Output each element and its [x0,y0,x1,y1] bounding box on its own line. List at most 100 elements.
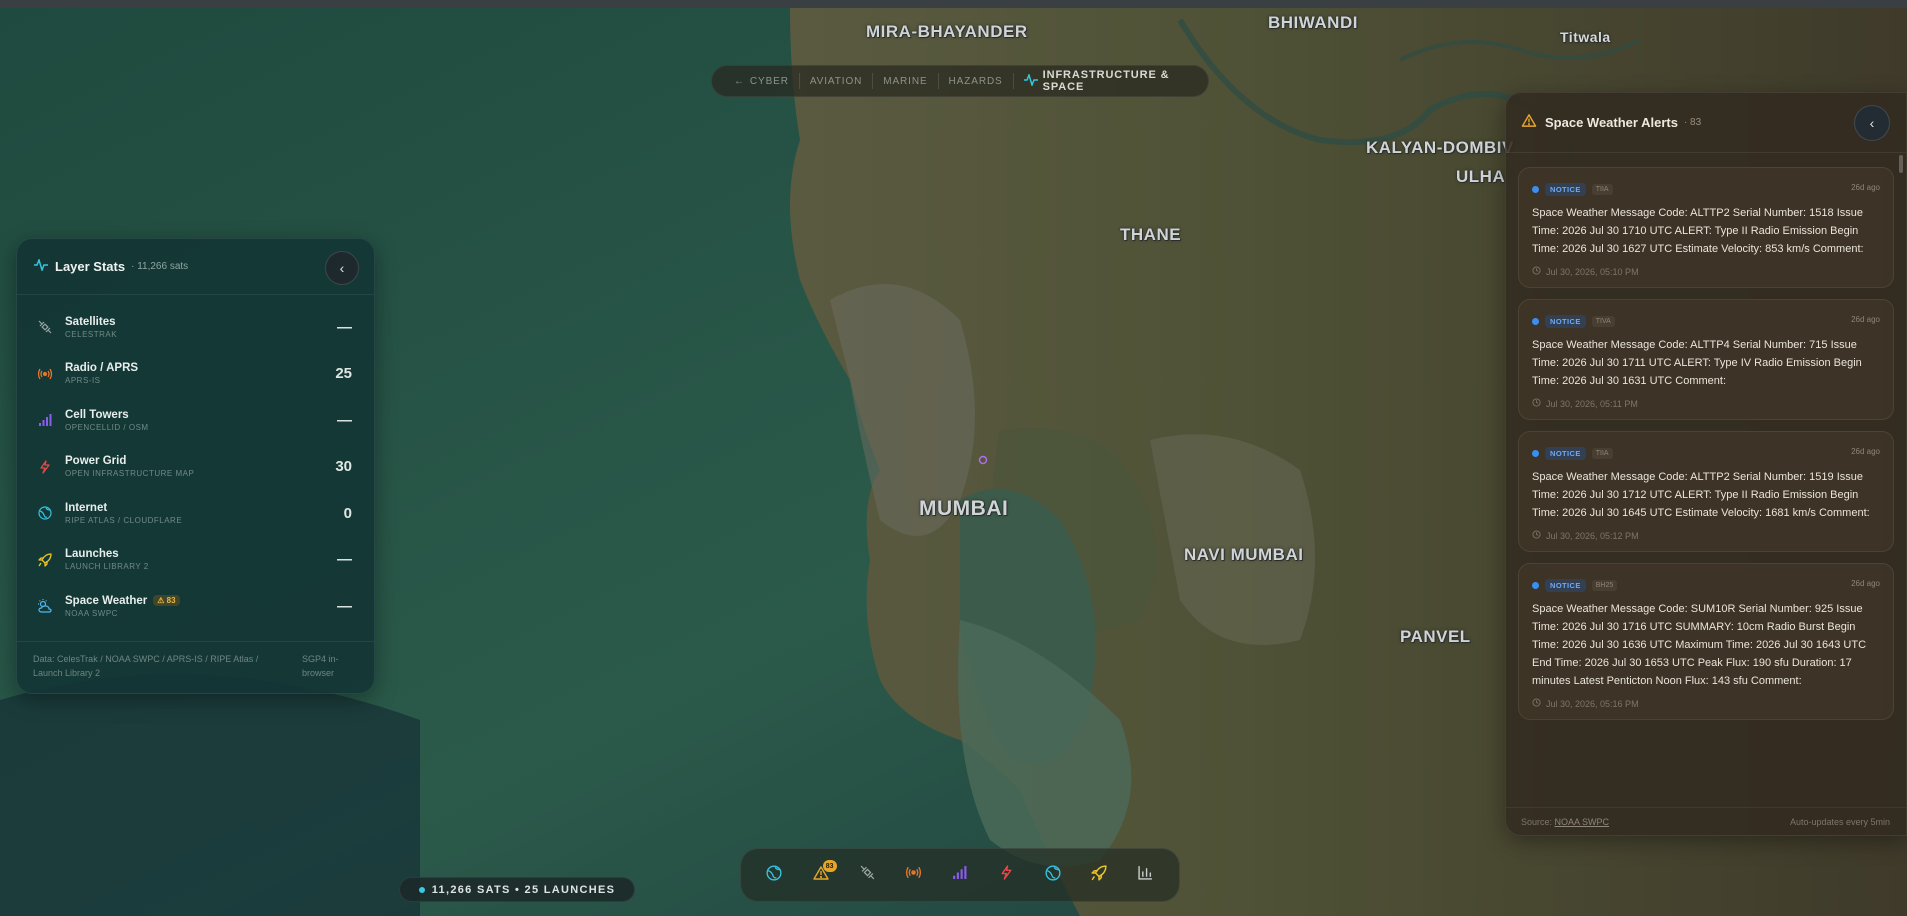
alerts-count: · 83 [1683,117,1702,128]
layer-row-radio-aprs[interactable]: Radio / APRS APRS-IS 25 [17,351,374,398]
layer-list: Satellites CELESTRAK — Radio / APRS APRS… [17,304,374,630]
chevron-left-icon: ‹ [339,260,345,276]
globe-icon [37,505,53,521]
alert-card[interactable]: NOTICE TIIA 26d ago Space Weather Messag… [1518,431,1894,552]
layer-count: — [337,318,352,336]
alert-kind-badge: NOTICE [1545,578,1586,592]
layer-toolbar: 83 [740,848,1180,902]
clock-icon [1532,530,1541,541]
chevron-left-icon: ‹ [1869,115,1875,131]
map-label-navi-mumbai: NAVI MUMBAI [1184,545,1304,564]
layer-source: NOAA SWPC [65,608,118,618]
alert-timestamp: Jul 30, 2026, 05:12 PM [1546,530,1639,541]
layer-name: Launches [65,548,119,561]
alert-message: Space Weather Message Code: ALTTP2 Seria… [1532,471,1870,519]
toggle-satellites-button[interactable] [852,860,882,890]
alert-code-badge: BH25 [1591,579,1618,591]
alert-code-badge: TIIA [1591,183,1613,195]
layer-count: — [337,551,352,569]
map-label-bhiwandi: BHIWANDI [1268,13,1358,32]
alert-kind-badge: NOTICE [1545,314,1586,328]
space-weather-alerts-panel: Space Weather Alerts · 83 ‹ NOTICE TIIA … [1505,92,1907,836]
map-label-mumbai: MUMBAI [919,497,1009,520]
collapse-panel-button[interactable]: ‹ [325,251,359,285]
alert-card[interactable]: NOTICE TIIA 26d ago Space Weather Messag… [1518,167,1894,288]
lightning-icon [999,865,1014,885]
layer-row-internet[interactable]: Internet RIPE ATLAS / CLOUDFLARE 0 [17,490,374,537]
globe-icon [1045,864,1061,886]
clock-icon [1532,266,1541,277]
source-link[interactable]: NOAA SWPC [1555,817,1610,827]
alert-card[interactable]: NOTICE BH25 26d ago Space Weather Messag… [1518,563,1894,720]
alert-count-badge: ⚠ 83 [153,595,180,607]
status-text: 11,266 SATS • 25 LAUNCHES [431,883,616,896]
radio-icon [905,865,922,885]
toggle-alerts-button[interactable]: 83 [806,860,837,890]
tab-marine-label: MARINE [883,75,928,87]
layer-name: Cell Towers [65,408,129,421]
layer-source: CELESTRAK [65,329,118,339]
satellite-icon [860,865,875,885]
alert-code-badge: TIVA [1591,315,1615,327]
layer-source: OPENCELLID / OSM [65,422,149,432]
sun-cloud-icon [37,598,53,614]
layer-source: OPEN INFRASTRUCTURE MAP [65,469,195,479]
tab-aviation-label: AVIATION [809,75,863,87]
layer-name: Power Grid [65,455,127,468]
clock-icon [1532,698,1541,709]
tab-infrastructure-space[interactable]: INFRASTRUCTURE & SPACE [1012,69,1196,93]
tab-aviation[interactable]: AVIATION [798,73,872,89]
tab-cyber[interactable]: ← CYBER [724,73,799,89]
layer-name: Radio / APRS [65,362,139,375]
clock-icon [1532,398,1541,409]
layer-row-satellites[interactable]: Satellites CELESTRAK — [17,304,374,351]
alert-message: Space Weather Message Code: ALTTP2 Seria… [1532,207,1864,255]
map-label-thane: THANE [1120,225,1182,244]
category-bar: ← CYBER AVIATION MARINE HAZARDS INFRASTR… [711,65,1209,97]
top-window-bar [0,0,1907,8]
layer-count: — [337,411,352,429]
alert-status-dot [1532,581,1539,589]
alert-timestamp: Jul 30, 2026, 05:16 PM [1546,698,1639,709]
signal-bars-icon [37,412,53,428]
toggle-internet-button[interactable] [1038,860,1068,890]
activity-icon [1023,72,1038,89]
arrow-left-icon: ← [734,75,745,87]
toggle-globe-button[interactable] [759,860,789,890]
layer-stats-subtitle: · 11,266 sats [131,261,189,272]
toggle-stats-button[interactable] [1131,860,1161,890]
toggle-radio-button[interactable] [899,860,929,890]
alert-status-dot [1532,317,1539,325]
layer-name: Satellites [65,315,116,328]
layer-stats-panel: Layer Stats · 11,266 sats ‹ Satellites C… [16,238,375,694]
collapse-alerts-button[interactable]: ‹ [1854,105,1890,141]
layer-row-launches[interactable]: Launches LAUNCH LIBRARY 2 — [17,537,374,584]
map-label-ulhasnagar: ULHA [1456,167,1506,186]
rocket-icon [1091,864,1107,886]
alerts-scrollbar[interactable] [1899,155,1903,765]
layer-source: LAUNCH LIBRARY 2 [65,562,149,572]
map-label-titwala: Titwala [1560,29,1611,45]
signal-bars-icon [952,865,967,885]
radio-icon [37,366,53,382]
layer-row-space-weather[interactable]: Space Weather ⚠ 83 NOAA SWPC — [17,583,374,630]
layer-row-power-grid[interactable]: Power Grid OPEN INFRASTRUCTURE MAP 30 [17,444,374,491]
map-label-panvel: PANVEL [1400,627,1471,646]
toggle-power-grid-button[interactable] [991,860,1021,890]
layer-stats-title: Layer Stats [55,259,126,274]
alert-message: Space Weather Message Code: ALTTP4 Seria… [1532,339,1862,387]
alerts-title: Space Weather Alerts [1545,115,1678,130]
alert-list: NOTICE TIIA 26d ago Space Weather Messag… [1518,167,1894,731]
layer-row-cell-towers[interactable]: Cell Towers OPENCELLID / OSM — [17,397,374,444]
lightning-icon [37,459,53,475]
layer-stats-footer: Data: CelesTrak / NOAA SWPC / APRS-IS / … [17,641,374,693]
toggle-cell-towers-button[interactable] [945,860,975,890]
alert-card[interactable]: NOTICE TIVA 26d ago Space Weather Messag… [1518,299,1894,420]
globe-icon [766,864,782,886]
tab-hazards[interactable]: HAZARDS [937,73,1013,89]
map-label-mira-bhayander: MIRA-BHAYANDER [866,22,1028,41]
auto-update-note: Auto-updates every 5min [1789,816,1890,827]
tab-hazards-label: HAZARDS [948,75,1003,87]
toggle-launches-button[interactable] [1084,860,1114,890]
tab-marine[interactable]: MARINE [872,73,937,89]
